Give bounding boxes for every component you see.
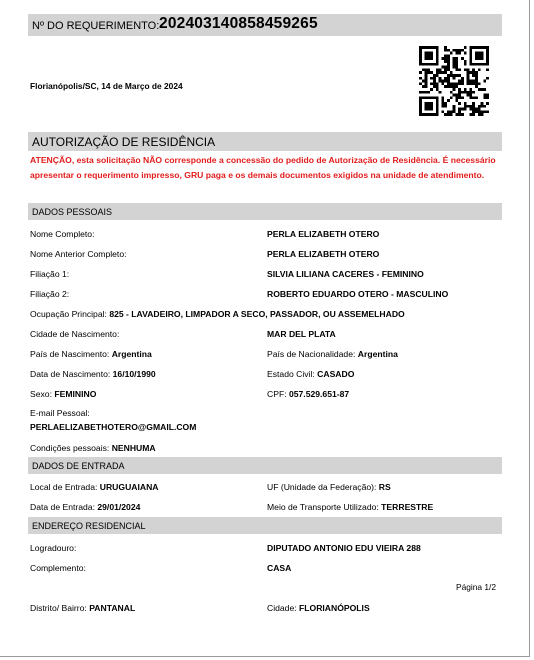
field-filiacao1-value: SILVIA LILIANA CACERES - FEMININO <box>267 269 424 279</box>
field-data-nasc-label: Data de Nascimento: <box>30 369 111 379</box>
field-sexo-value: FEMININO <box>54 389 97 399</box>
field-email-label: E-mail Pessoal: <box>30 408 90 418</box>
field-cpf: CPF: 057.529.651-87 <box>267 389 349 399</box>
field-sexo-label: Sexo: <box>30 389 52 399</box>
date-line: Florianópolis/SC, 14 de Março de 2024 <box>30 81 183 91</box>
field-pais-nasc-label: País de Nascimento: <box>30 349 110 359</box>
field-uf: UF (Unidade da Federação): RS <box>267 482 391 492</box>
field-cidade: Cidade: FLORIANÓPOLIS <box>267 603 370 613</box>
page-number: Página 1/2 <box>456 582 497 592</box>
field-pais-nac-value: Argentina <box>357 349 398 359</box>
field-pais-nac: País de Nacionalidade: Argentina <box>267 349 398 359</box>
field-ocupacao-label: Ocupação Principal: <box>30 309 107 319</box>
field-complemento-label: Complemento: <box>30 563 86 573</box>
field-nome-anterior-value: PERLA ELIZABETH OTERO <box>267 249 380 259</box>
field-uf-value: RS <box>378 482 391 492</box>
field-cidade-nasc-value: MAR DEL PLATA <box>267 329 336 339</box>
field-logradouro-label: Logradouro: <box>30 543 77 553</box>
field-bairro: Distrito/ Bairro: PANTANAL <box>30 603 135 613</box>
authorization-title: AUTORIZAÇÃO DE RESIDÊNCIA <box>32 135 216 149</box>
field-sexo: Sexo: FEMININO <box>30 389 96 399</box>
field-nome-label: Nome Completo: <box>30 229 95 239</box>
field-local-entrada-value: URUGUAIANA <box>99 482 159 492</box>
field-pais-nasc: País de Nascimento: Argentina <box>30 349 152 359</box>
field-data-entrada-label: Data de Entrada: <box>30 502 95 512</box>
field-filiacao2-label: Filiação 2: <box>30 289 70 299</box>
field-logradouro-value: DIPUTADO ANTONIO EDU VIEIRA 288 <box>267 543 421 553</box>
section-dados-pessoais: DADOS PESSOAIS <box>28 203 502 220</box>
field-complemento-value: CASA <box>267 563 292 573</box>
field-cidade-value: FLORIANÓPOLIS <box>299 603 370 613</box>
section-title: DADOS PESSOAIS <box>32 206 113 217</box>
field-meio-transporte-label: Meio de Transporte Utilizado: <box>267 502 379 512</box>
qr-code-icon <box>419 46 489 116</box>
field-local-entrada-label: Local de Entrada: <box>30 482 98 492</box>
field-condicoes-label: Condições pessoais: <box>30 443 110 453</box>
field-local-entrada: Local de Entrada: URUGUAIANA <box>30 482 159 492</box>
field-data-entrada: Data de Entrada: 29/01/2024 <box>30 502 140 512</box>
field-filiacao1-label: Filiação 1: <box>30 269 70 279</box>
field-data-entrada-value: 29/01/2024 <box>97 502 141 512</box>
warning-text: ATENÇÃO, esta solicitação NÃO correspond… <box>30 155 496 180</box>
field-estado-civil-label: Estado Civil: <box>267 369 315 379</box>
field-estado-civil: Estado Civil: CASADO <box>267 369 354 379</box>
field-ocupacao: Ocupação Principal: 825 - LAVADEIRO, LIM… <box>30 309 405 319</box>
field-email-value: PERLAELIZABETHOTERO@GMAIL.COM <box>30 422 197 432</box>
field-condicoes-value: NENHUMA <box>111 443 156 453</box>
field-uf-label: UF (Unidade da Federação): <box>267 482 377 492</box>
field-condicoes: Condições pessoais: NENHUMA <box>30 443 156 453</box>
field-pais-nac-label: País de Nacionalidade: <box>267 349 356 359</box>
field-nome-anterior-label: Nome Anterior Completo: <box>30 249 127 259</box>
request-number: 202403140858459265 <box>159 15 318 32</box>
request-number-bar: Nº DO REQUERIMENTO: 202403140858459265 <box>28 14 502 36</box>
authorization-title-bar: AUTORIZAÇÃO DE RESIDÊNCIA <box>28 132 502 151</box>
section-dados-entrada: DADOS DE ENTRADA <box>28 457 502 474</box>
field-pais-nasc-value: Argentina <box>111 349 152 359</box>
field-cpf-value: 057.529.651-87 <box>288 389 350 399</box>
field-cpf-label: CPF: <box>267 389 287 399</box>
request-number-label: Nº DO REQUERIMENTO: <box>32 20 160 32</box>
field-meio-transporte: Meio de Transporte Utilizado: TERRESTRE <box>267 502 433 512</box>
field-estado-civil-value: CASADO <box>317 369 355 379</box>
field-cidade-nasc-label: Cidade de Nascimento: <box>30 329 120 339</box>
section-endereco: ENDEREÇO RESIDENCIAL <box>28 517 502 534</box>
section-title: DADOS DE ENTRADA <box>32 460 125 471</box>
field-nome-value: PERLA ELIZABETH OTERO <box>267 229 380 239</box>
field-filiacao2-value: ROBERTO EDUARDO OTERO - MASCULINO <box>267 289 449 299</box>
field-cidade-label: Cidade: <box>267 603 297 613</box>
field-bairro-label: Distrito/ Bairro: <box>30 603 87 613</box>
field-data-nasc: Data de Nascimento: 16/10/1990 <box>30 369 156 379</box>
field-meio-transporte-value: TERRESTRE <box>381 502 434 512</box>
field-ocupacao-value: 825 - LAVADEIRO, LIMPADOR A SECO, PASSAD… <box>109 309 405 319</box>
section-title: ENDEREÇO RESIDENCIAL <box>32 520 146 531</box>
field-data-nasc-value: 16/10/1990 <box>112 369 156 379</box>
field-bairro-value: PANTANAL <box>89 603 136 613</box>
